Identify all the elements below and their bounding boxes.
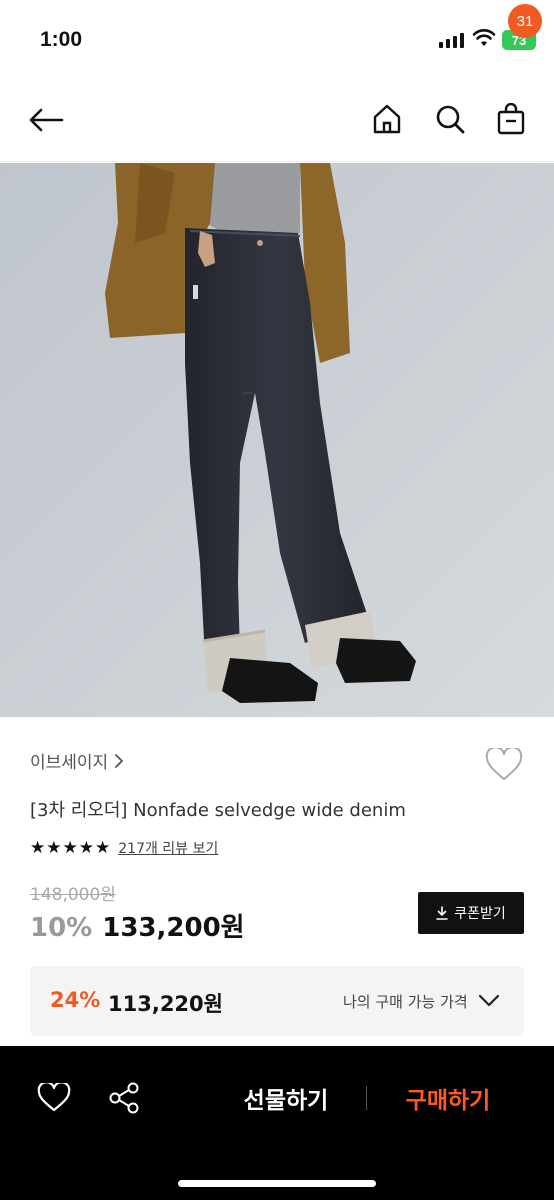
bottom-action-bar: 선물하기 구매하기 [0,1046,554,1200]
sale-price: 133,200원 [102,913,245,943]
cellular-signal-icon [439,32,464,48]
star-icon: ★ [30,837,46,858]
coupon-download-button[interactable]: 쿠폰받기 [418,892,524,934]
sale-price-row: 10% 133,200원 [30,907,245,944]
heart-icon[interactable] [34,1078,74,1118]
brand-name: 이브세이지 [30,753,109,773]
status-time: 1:00 [40,28,83,51]
product-image[interactable] [0,163,554,717]
discount-rate: 10% [30,913,93,943]
shopping-bag-icon[interactable] [490,98,532,140]
rating-row: ★ ★ ★ ★ ★ 217개 리뷰 보기 [30,838,218,858]
status-bar: 1:00 73 [0,0,554,80]
original-price: 148,000원 [30,885,116,905]
star-icon: ★ [78,837,94,858]
coupon-label: 쿠폰받기 [454,906,506,922]
star-icon: ★ [62,837,78,858]
my-price-dropdown[interactable]: 24% 113,220원 나의 구매 가능 가격 [30,966,524,1036]
home-indicator[interactable] [178,1180,376,1187]
buy-button[interactable]: 구매하기 [388,1076,508,1120]
button-divider [366,1086,367,1110]
gift-button[interactable]: 선물하기 [226,1076,346,1120]
star-icon: ★ [95,837,111,858]
my-price-label: 나의 구매 가능 가격 [343,993,468,1011]
nav-bar [0,80,554,162]
review-link[interactable]: 217개 리뷰 보기 [118,838,218,858]
product-title: [3차 리오더] Nonfade selvedge wide denim [30,800,406,821]
home-icon[interactable] [366,98,408,140]
share-icon[interactable] [104,1078,144,1118]
star-icon: ★ [46,837,62,858]
chevron-down-icon [476,988,502,1014]
rating-stars: ★ ★ ★ ★ ★ [30,837,111,858]
search-icon[interactable] [430,98,470,140]
back-arrow-icon[interactable] [26,100,66,140]
cart-count-badge: 31 [508,4,542,38]
my-discount-rate: 24% [50,988,101,1012]
my-price-value: 113,220원 [108,992,223,1016]
download-icon [436,906,449,920]
wishlist-heart-icon[interactable] [484,745,524,785]
brand-link[interactable]: 이브세이지 [30,748,124,773]
chevron-right-icon [115,753,124,768]
wifi-icon [472,28,496,52]
